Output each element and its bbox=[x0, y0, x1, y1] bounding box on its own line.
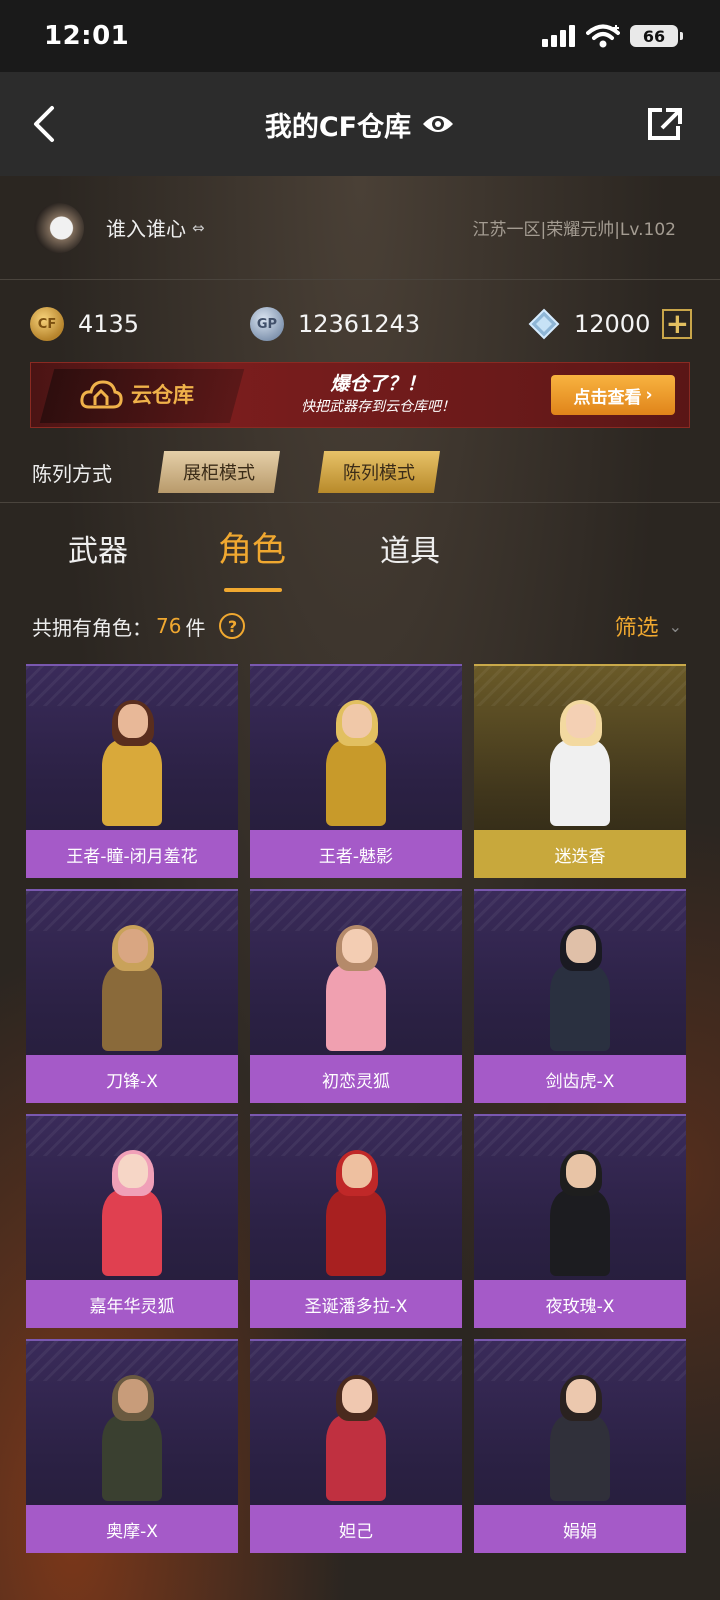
eye-icon[interactable] bbox=[421, 112, 455, 136]
role-name: 剑齿虎-X bbox=[474, 1055, 686, 1103]
filter-button[interactable]: 筛选 ⌄ bbox=[615, 610, 682, 642]
role-card[interactable]: 初恋灵狐 bbox=[250, 889, 462, 1103]
role-count-prefix: 共拥有角色： bbox=[32, 615, 152, 640]
role-card[interactable]: 剑齿虎-X bbox=[474, 889, 686, 1103]
chevron-down-icon: ⌄ bbox=[668, 616, 682, 636]
category-tabs: 武器 角色 道具 bbox=[0, 516, 720, 596]
divider bbox=[0, 502, 720, 503]
signal-icon bbox=[542, 25, 575, 47]
role-card[interactable]: 夜玫瑰-X bbox=[474, 1114, 686, 1328]
slogan-line-1: 爆仓了？！ bbox=[330, 373, 426, 395]
display-mode-row: 陈列方式 展柜模式 陈列模式 bbox=[0, 444, 720, 500]
role-count-suffix: 件 bbox=[185, 615, 206, 640]
banner-slogan: 爆仓了？！ 快把武器存到云仓库吧！ bbox=[301, 369, 455, 416]
swap-account-icon[interactable]: ⇔ bbox=[192, 219, 205, 237]
slogan-line-2: 快把武器存到云仓库吧！ bbox=[301, 399, 455, 415]
battery-indicator: 66 bbox=[630, 25, 683, 47]
role-portrait bbox=[536, 1150, 624, 1278]
role-portrait bbox=[312, 1375, 400, 1503]
role-card[interactable]: 迷迭香 bbox=[474, 664, 686, 878]
role-portrait bbox=[312, 700, 400, 828]
cloud-storage-banner[interactable]: 云仓库 爆仓了？！ 快把武器存到云仓库吧！ 点击查看 › bbox=[30, 362, 690, 428]
role-count-number: 76 bbox=[156, 614, 182, 638]
role-card[interactable]: 王者-魅影 bbox=[250, 664, 462, 878]
role-portrait bbox=[536, 1375, 624, 1503]
role-card[interactable]: 王者-瞳-闭月羞花 bbox=[26, 664, 238, 878]
currency-row: CF 4135 GP 12361243 12000 + bbox=[0, 300, 720, 348]
role-card[interactable]: 奥摩-X bbox=[26, 1339, 238, 1553]
page-title-text: 我的CF仓库 bbox=[264, 111, 412, 143]
role-name: 迷迭香 bbox=[474, 830, 686, 878]
share-icon[interactable] bbox=[646, 106, 684, 142]
role-portrait bbox=[536, 700, 624, 828]
count-row: 共拥有角色： 76 件 ? 筛选 ⌄ bbox=[0, 606, 720, 646]
status-icons: 66 bbox=[542, 24, 683, 48]
role-card[interactable]: 娟娟 bbox=[474, 1339, 686, 1553]
cf-points-value: 4135 bbox=[78, 310, 140, 338]
role-name: 夜玫瑰-X bbox=[474, 1280, 686, 1328]
status-time: 12:01 bbox=[44, 21, 130, 51]
role-portrait bbox=[312, 1150, 400, 1278]
role-name: 妲己 bbox=[250, 1505, 462, 1553]
role-portrait bbox=[88, 925, 176, 1053]
help-icon[interactable]: ? bbox=[219, 613, 246, 639]
active-tab-indicator bbox=[224, 588, 282, 592]
chevron-right-icon: › bbox=[645, 385, 653, 405]
gp-coin-icon: GP bbox=[250, 307, 284, 341]
role-portrait bbox=[88, 1150, 176, 1278]
role-name: 圣诞潘多拉-X bbox=[250, 1280, 462, 1328]
nickname[interactable]: 谁入谁心 ⇔ bbox=[106, 213, 205, 242]
gp-points: GP 12361243 bbox=[250, 307, 420, 341]
role-portrait bbox=[88, 700, 176, 828]
plus-icon[interactable]: + bbox=[662, 309, 693, 339]
avatar[interactable] bbox=[34, 202, 84, 253]
status-bar: 12:01 66 bbox=[0, 0, 720, 72]
role-card[interactable]: 妲己 bbox=[250, 1339, 462, 1553]
role-name: 王者-瞳-闭月羞花 bbox=[26, 830, 238, 878]
role-name: 嘉年华灵狐 bbox=[26, 1280, 238, 1328]
profile-row: 谁入谁心 ⇔ 江苏一区|荣耀元帅|Lv.102 bbox=[0, 176, 720, 280]
tab-roles[interactable]: 角色 bbox=[218, 522, 286, 571]
role-portrait bbox=[88, 1375, 176, 1503]
role-portrait bbox=[312, 925, 400, 1053]
role-name: 娟娟 bbox=[474, 1505, 686, 1553]
back-arrow-icon[interactable] bbox=[26, 102, 66, 146]
role-portrait bbox=[536, 925, 624, 1053]
cloud-logo-text: 云仓库 bbox=[131, 383, 194, 407]
nickname-text: 谁入谁心 bbox=[106, 217, 186, 241]
view-cloud-button[interactable]: 点击查看 › bbox=[551, 375, 675, 415]
diamond-value: 12000 bbox=[574, 310, 651, 338]
role-name: 王者-魅影 bbox=[250, 830, 462, 878]
cf-coin-icon: CF bbox=[30, 307, 64, 341]
diamond-icon bbox=[528, 308, 560, 340]
diamond-points: 12000 + bbox=[528, 308, 693, 340]
cloud-logo: 云仓库 bbox=[79, 377, 194, 411]
nav-bar: 我的CF仓库 bbox=[0, 72, 720, 176]
server-rank-info: 江苏一区|荣耀元帅|Lv.102 bbox=[472, 220, 676, 240]
filter-label: 筛选 bbox=[614, 616, 659, 641]
cloud-house-icon bbox=[80, 380, 123, 409]
cf-points: CF 4135 bbox=[30, 307, 139, 341]
gp-points-value: 12361243 bbox=[298, 310, 421, 338]
role-count: 共拥有角色： 76 件 ? bbox=[32, 612, 246, 641]
display-mode-label: 陈列方式 bbox=[32, 461, 112, 486]
page-title: 我的CF仓库 bbox=[265, 105, 455, 144]
role-card[interactable]: 刀锋-X bbox=[26, 889, 238, 1103]
role-name: 奥摩-X bbox=[26, 1505, 238, 1553]
wifi-icon bbox=[586, 24, 620, 48]
tab-weapons[interactable]: 武器 bbox=[68, 526, 128, 570]
role-name: 刀锋-X bbox=[26, 1055, 238, 1103]
role-card[interactable]: 嘉年华灵狐 bbox=[26, 1114, 238, 1328]
list-mode-button[interactable]: 陈列模式 bbox=[318, 451, 440, 493]
cabinet-mode-button[interactable]: 展柜模式 bbox=[158, 451, 280, 493]
tab-items[interactable]: 道具 bbox=[380, 526, 440, 570]
role-name: 初恋灵狐 bbox=[250, 1055, 462, 1103]
role-card[interactable]: 圣诞潘多拉-X bbox=[250, 1114, 462, 1328]
view-cloud-button-label: 点击查看 bbox=[573, 387, 642, 408]
